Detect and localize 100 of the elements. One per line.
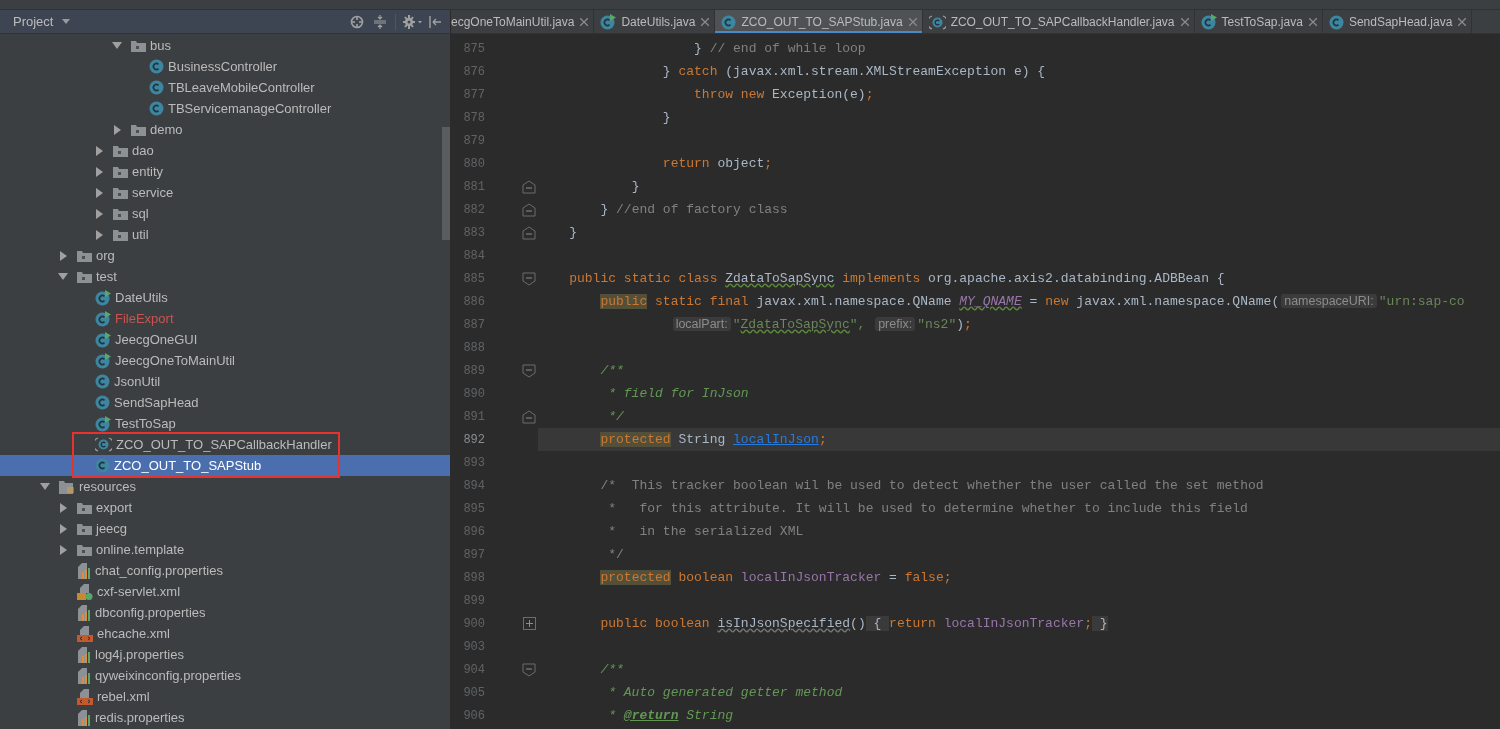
line-number: 875 (462, 40, 485, 58)
file-name[interactable]: rebel.xml (97, 686, 150, 707)
collapsed-arrow-icon[interactable] (59, 502, 67, 513)
file-name[interactable]: online.template (96, 539, 185, 560)
code-line: * @return String (608, 706, 734, 725)
file-name[interactable]: redis.properties (95, 707, 185, 728)
code-line: * Auto generated getter method (608, 683, 843, 702)
code-line: public static class ZdataToSapSync implements org.apache.axis2.databinding.ADBBean { (569, 269, 1225, 288)
collapsed-arrow-icon[interactable] (95, 145, 103, 156)
expanded-arrow-icon[interactable] (112, 42, 122, 49)
folder-name[interactable]: bus (150, 35, 171, 56)
file-name[interactable]: entity (132, 161, 164, 182)
file-name[interactable]: util (132, 224, 149, 245)
close-icon[interactable] (1180, 18, 1189, 26)
line-number: 900 (462, 615, 485, 633)
file-name[interactable]: TestToSap (115, 413, 176, 434)
collapsed-arrow-icon[interactable] (113, 124, 121, 135)
file-name[interactable]: jeecg (96, 518, 128, 539)
collapsed-arrow-icon[interactable] (95, 229, 103, 240)
line-number: 887 (462, 316, 485, 334)
scrollbar[interactable] (442, 127, 450, 240)
close-icon[interactable] (908, 18, 917, 26)
runnable-class-icon (95, 310, 111, 327)
collapsed-arrow-icon[interactable] (95, 208, 103, 219)
file-name[interactable]: ZCO_OUT_TO_SAPCallbackHandler (116, 434, 332, 455)
line-number: 892 (462, 431, 485, 449)
line-number: 897 (462, 546, 485, 564)
file-name[interactable]: chat_config.properties (95, 560, 223, 581)
file-name[interactable]: SendSapHead (114, 392, 199, 413)
line-number: 878 (462, 109, 485, 127)
panel-title[interactable]: Project (13, 11, 54, 32)
collapsed-arrow-icon[interactable] (95, 187, 103, 198)
file-name[interactable]: JeecgOneGUI (115, 329, 198, 350)
class-icon (95, 395, 110, 410)
class-icon (95, 458, 110, 473)
file-name[interactable]: DateUtils (115, 287, 168, 308)
fold-icon[interactable] (522, 202, 536, 217)
expanded-arrow-icon[interactable] (58, 273, 68, 280)
collapsed-arrow-icon[interactable] (59, 544, 67, 555)
folder-name[interactable]: test (96, 266, 117, 287)
collapse-icon[interactable] (374, 14, 386, 29)
editor-tab[interactable]: ecgOneToMainUtil.java (451, 10, 595, 33)
line-number: 889 (462, 362, 485, 380)
file-name[interactable]: dbconfig.properties (95, 602, 206, 623)
folder-name[interactable]: resources (79, 476, 137, 497)
close-icon[interactable] (580, 18, 589, 26)
file-name[interactable]: service (132, 182, 174, 203)
line-number: 890 (462, 385, 485, 403)
properties-file-icon (77, 709, 91, 726)
class-icon (928, 14, 946, 30)
unfold-icon[interactable] (523, 617, 536, 630)
file-name[interactable]: TBLeaveMobileController (168, 77, 315, 98)
file-name[interactable]: TBServicemanageController (168, 98, 332, 119)
code-line: } (662, 108, 671, 127)
collapsed-arrow-icon[interactable] (59, 250, 67, 261)
file-name[interactable]: org (96, 245, 115, 266)
close-icon[interactable] (1308, 18, 1317, 26)
close-icon[interactable] (1458, 18, 1467, 26)
folder-icon (77, 249, 92, 262)
fold-icon[interactable] (522, 271, 536, 286)
dropdown-caret-icon[interactable] (62, 19, 71, 24)
fold-icon[interactable] (522, 409, 536, 424)
line-number: 883 (462, 224, 485, 242)
expanded-arrow-icon[interactable] (40, 483, 50, 490)
folder-icon (113, 186, 128, 199)
file-name[interactable]: export (96, 497, 133, 518)
runnable-class-icon (1200, 14, 1217, 30)
file-name[interactable]: BusinessController (168, 56, 278, 77)
file-name[interactable]: cxf-servlet.xml (97, 581, 181, 602)
fold-icon[interactable] (522, 179, 536, 194)
folder-icon (131, 123, 146, 136)
line-number: 898 (462, 569, 485, 587)
file-name[interactable]: JeecgOneToMainUtil (115, 350, 235, 371)
file-name[interactable]: sql (132, 203, 149, 224)
editor-tab[interactable]: ZCO_OUT_TO_SAPStub.java (715, 10, 923, 33)
code-line: } //end of factory class (600, 200, 788, 219)
line-number: 893 (462, 454, 485, 472)
file-name[interactable]: demo (150, 119, 183, 140)
hide-icon[interactable] (429, 15, 441, 28)
fold-icon[interactable] (522, 662, 536, 677)
file-name[interactable]: dao (132, 140, 154, 161)
collapsed-arrow-icon[interactable] (95, 166, 103, 177)
settings-icon[interactable] (403, 14, 423, 29)
code-line: return object; (662, 154, 773, 173)
fold-icon[interactable] (522, 225, 536, 240)
line-number: 899 (462, 592, 485, 610)
file-name[interactable]: JsonUtil (114, 371, 161, 392)
file-name[interactable]: qyweixinconfig.properties (95, 665, 241, 686)
line-number: 905 (462, 684, 485, 702)
code-line: throw new Exception(e); (694, 85, 874, 104)
code-line: } (631, 177, 640, 196)
file-name[interactable]: log4j.properties (95, 644, 184, 665)
close-icon[interactable] (701, 18, 710, 26)
file-name[interactable]: ehcache.xml (97, 623, 170, 644)
collapsed-arrow-icon[interactable] (59, 523, 67, 534)
code-line: * for this attribute. It will be used to determine whether to include this field (608, 499, 1248, 518)
fold-icon[interactable] (522, 363, 536, 378)
line-number: 880 (462, 155, 485, 173)
target-icon[interactable] (350, 14, 364, 29)
code-line: * field for InJson (608, 384, 749, 403)
